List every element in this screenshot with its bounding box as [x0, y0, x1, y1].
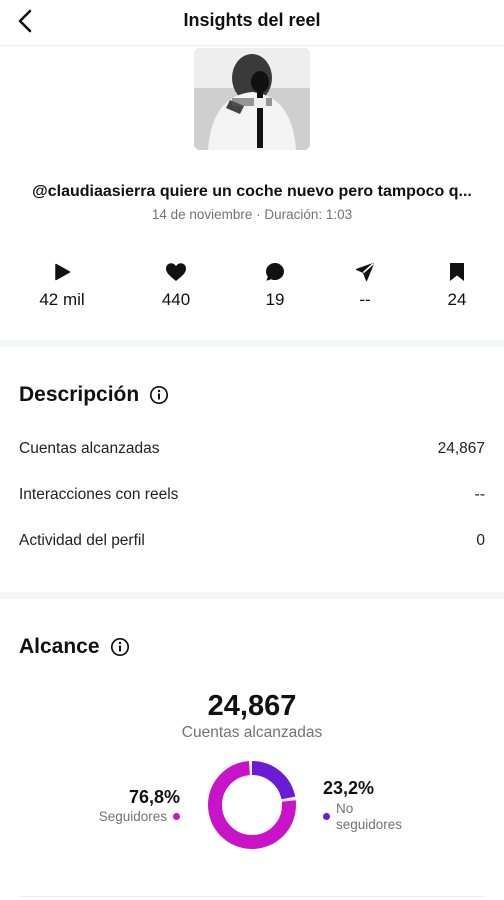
row-label: Actividad del perfil: [19, 532, 145, 549]
non-followers-percentage: 23,2%: [323, 778, 375, 798]
stat-saves: 24: [417, 260, 497, 310]
row-value: 24,867: [437, 440, 485, 457]
row-accounts-reached: Cuentas alcanzadas 24,867: [19, 437, 485, 461]
share-icon: [355, 262, 375, 282]
play-icon: [55, 263, 71, 281]
section-divider: [0, 592, 504, 599]
page-title: Insights del reel: [183, 10, 321, 30]
reel-thumbnail[interactable]: [194, 48, 310, 150]
bookmark-icon: [450, 263, 464, 281]
row-value: --: [474, 486, 485, 503]
reach-section-title: Alcance: [19, 635, 130, 659]
description-section-title: Descripción: [19, 383, 169, 407]
stat-likes: 440: [136, 260, 216, 310]
stat-plays: 42 mil: [22, 260, 102, 310]
stat-shares-value: --: [359, 290, 371, 309]
followers-label: Seguidores: [98, 809, 167, 824]
row-reel-interactions: Interacciones con reels --: [19, 483, 485, 507]
heart-icon: [166, 263, 186, 281]
info-icon[interactable]: [149, 385, 169, 405]
reach-total: 24,867: [207, 690, 297, 722]
reach-title: Alcance: [19, 635, 100, 658]
reel-caption: @claudiaasierra quiere un coche nuevo pe…: [32, 183, 472, 200]
followers-percentage: 76,8%: [128, 787, 180, 807]
row-label: Cuentas alcanzadas: [19, 440, 160, 457]
stat-likes-value: 440: [161, 290, 191, 309]
reach-total-label: Cuentas alcanzadas: [181, 724, 323, 741]
stat-comments-value: 19: [265, 290, 285, 309]
top-bar: Insights del reel: [0, 0, 504, 46]
followers-legend: Seguidores: [99, 809, 180, 824]
stat-comments: 19: [235, 260, 315, 310]
non-followers-legend-dot: [323, 813, 330, 820]
reel-meta: 14 de noviembre · Duración: 1:03: [151, 207, 353, 222]
info-icon[interactable]: [110, 637, 130, 657]
row-value: 0: [476, 532, 485, 549]
stat-plays-value: 42 mil: [39, 290, 85, 309]
stat-saves-value: 24: [447, 290, 467, 309]
comment-icon: [266, 263, 284, 281]
row-label: Interacciones con reels: [19, 486, 179, 503]
non-followers-legend: No seguidores: [323, 801, 416, 833]
section-divider: [19, 896, 485, 897]
description-title: Descripción: [19, 383, 140, 406]
followers-legend-dot: [173, 813, 180, 820]
row-profile-activity: Actividad del perfil 0: [19, 529, 485, 553]
section-divider: [0, 340, 504, 347]
reach-donut-chart: [208, 761, 296, 849]
non-followers-label: No seguidores: [336, 801, 403, 832]
stat-shares: --: [325, 260, 405, 310]
